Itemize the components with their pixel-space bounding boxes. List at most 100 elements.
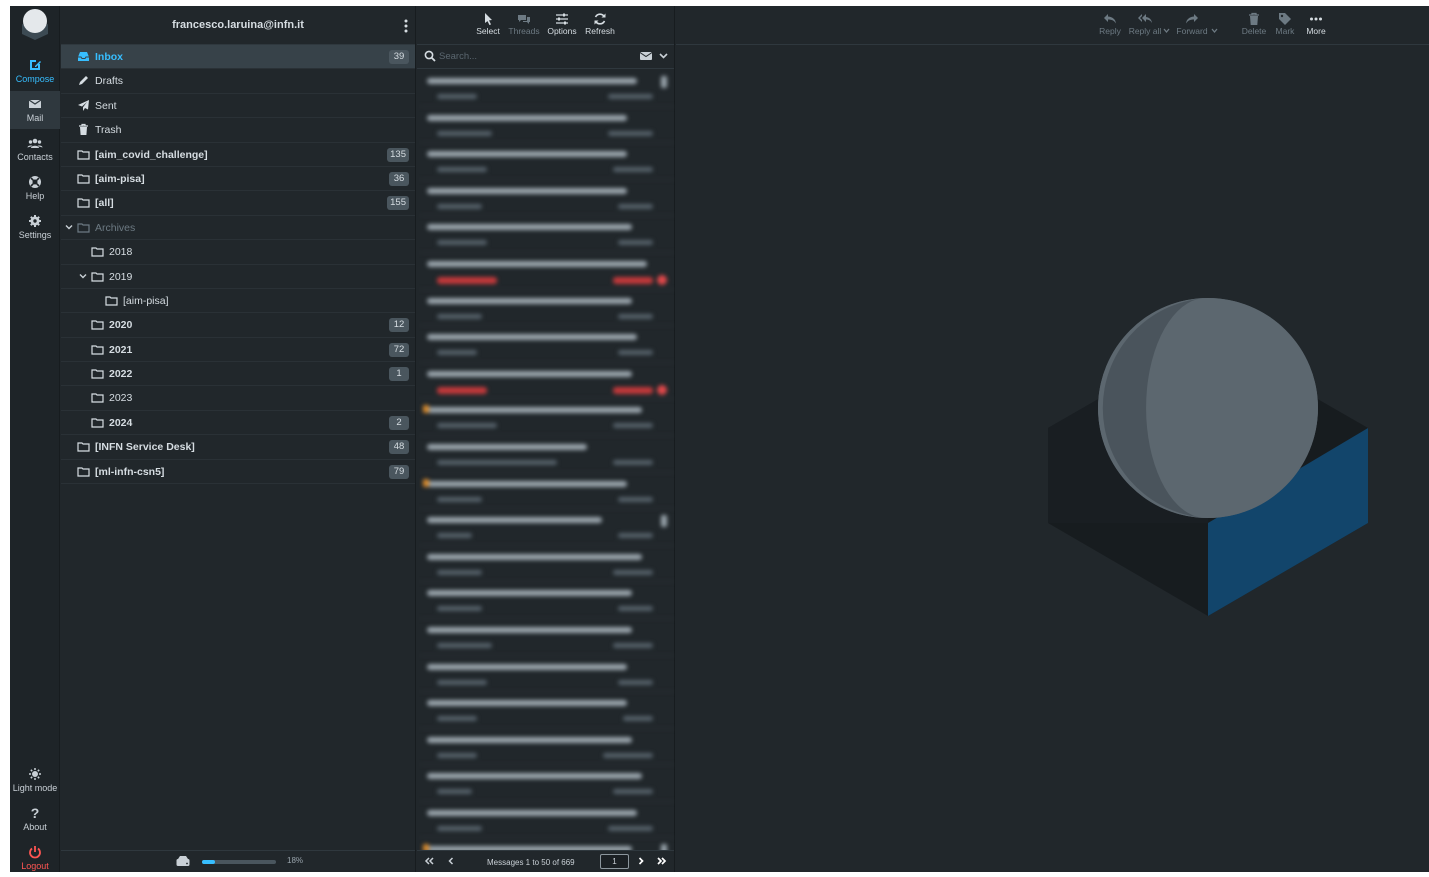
- about-button[interactable]: ? About: [10, 800, 60, 838]
- unread-count-badge: 48: [389, 440, 409, 455]
- logout-button[interactable]: Logout: [10, 839, 60, 877]
- folder-item[interactable]: 2022 1: [61, 362, 415, 387]
- page-number-input[interactable]: 1: [600, 854, 629, 869]
- list-item[interactable]: [419, 399, 675, 436]
- more-button[interactable]: More: [1304, 12, 1328, 36]
- roundcube-watermark-logo: [1048, 298, 1368, 616]
- folder-item[interactable]: 2023: [61, 386, 415, 411]
- reply-label: Reply: [1099, 26, 1121, 36]
- delete-button[interactable]: Delete: [1240, 12, 1268, 36]
- quota-bar: [202, 860, 276, 864]
- question-icon: ?: [30, 805, 40, 821]
- previous-page-icon[interactable]: [445, 855, 457, 867]
- folder-item[interactable]: [aim-pisa] 36: [61, 167, 415, 192]
- folder-item[interactable]: 2024 2: [61, 411, 415, 436]
- chevron-down-icon[interactable]: [659, 52, 668, 60]
- folder-name: Sent: [95, 99, 117, 112]
- folder-item[interactable]: Trash: [61, 118, 415, 143]
- pencil-icon: [79, 76, 88, 86]
- list-item[interactable]: [419, 802, 675, 839]
- contacts-button[interactable]: Contacts: [10, 130, 60, 168]
- settings-button[interactable]: Settings: [10, 208, 60, 246]
- reply-all-button[interactable]: Reply all: [1127, 12, 1163, 36]
- search-input[interactable]: [439, 48, 629, 65]
- folder-item[interactable]: [aim-pisa]: [61, 289, 415, 314]
- list-item[interactable]: [419, 582, 675, 619]
- envelope-icon[interactable]: [640, 51, 652, 61]
- list-item[interactable]: [419, 619, 675, 656]
- help-label: Help: [25, 191, 45, 201]
- list-item[interactable]: [419, 436, 675, 473]
- help-button[interactable]: Help: [10, 169, 60, 207]
- reply-all-icon: [1138, 14, 1152, 23]
- mail-label: Mail: [26, 113, 44, 123]
- message-count: Messages 1 to 50 of 669: [487, 858, 575, 867]
- paper-plane-icon: [78, 99, 89, 111]
- list-item[interactable]: [419, 216, 675, 253]
- forward-button[interactable]: Forward: [1175, 12, 1209, 36]
- next-page-icon[interactable]: [635, 855, 647, 867]
- account-menu-icon[interactable]: [403, 18, 409, 34]
- reply-all-dropdown-icon[interactable]: [1163, 28, 1170, 33]
- envelope-icon: [28, 99, 42, 108]
- folder-name: [INFN Service Desk]: [95, 441, 195, 454]
- folder-item[interactable]: [ml-infn-csn5] 79: [61, 460, 415, 485]
- list-item[interactable]: [419, 326, 675, 363]
- refresh-button[interactable]: Refresh: [584, 12, 616, 36]
- list-item[interactable]: [419, 692, 675, 729]
- threads-button[interactable]: Threads: [507, 12, 541, 36]
- list-item[interactable]: [419, 838, 675, 850]
- folder-item[interactable]: [all] 155: [61, 191, 415, 216]
- contacts-label: Contacts: [17, 152, 53, 162]
- power-icon: [29, 846, 41, 859]
- more-icon: [1310, 17, 1322, 21]
- list-item[interactable]: [419, 729, 675, 766]
- mark-button[interactable]: Mark: [1273, 12, 1297, 36]
- sun-icon: [29, 768, 41, 780]
- list-item[interactable]: [419, 180, 675, 217]
- folder-item[interactable]: 2021 72: [61, 338, 415, 363]
- folder-item[interactable]: Drafts: [61, 69, 415, 94]
- reply-button[interactable]: Reply: [1098, 12, 1122, 36]
- folder-name: 2021: [109, 343, 133, 356]
- folder-item[interactable]: 2020 12: [61, 313, 415, 338]
- forward-dropdown-icon[interactable]: [1211, 28, 1218, 33]
- folder-item[interactable]: Sent: [61, 94, 415, 119]
- list-item[interactable]: [419, 473, 675, 510]
- list-item[interactable]: [419, 363, 675, 400]
- quota-footer: 18%: [61, 850, 415, 872]
- list-item[interactable]: [419, 509, 675, 546]
- folder-item[interactable]: [aim_covid_challenge] 135: [61, 143, 415, 167]
- compose-label: Compose: [15, 74, 55, 84]
- list-item[interactable]: [419, 765, 675, 802]
- list-item[interactable]: [419, 107, 675, 144]
- list-item[interactable]: [419, 290, 675, 327]
- forward-label: Forward: [1176, 26, 1208, 36]
- light-mode-button[interactable]: Light mode: [10, 761, 60, 799]
- share-icon: [1186, 14, 1198, 24]
- list-item[interactable]: [419, 143, 675, 180]
- hard-drive-icon: [176, 856, 190, 866]
- compose-button[interactable]: Compose: [10, 52, 60, 90]
- folder-name: 2023: [109, 392, 133, 405]
- folder-item[interactable]: Inbox 39: [61, 45, 415, 70]
- chevron-down-icon[interactable]: [65, 223, 73, 231]
- chevron-down-icon[interactable]: [79, 272, 87, 280]
- list-item[interactable]: [419, 656, 675, 693]
- list-item[interactable]: [419, 253, 675, 290]
- folder-item[interactable]: 2019: [61, 265, 415, 289]
- options-button[interactable]: Options: [547, 12, 577, 36]
- first-page-icon[interactable]: [423, 855, 435, 867]
- list-item[interactable]: [419, 546, 675, 583]
- mail-button[interactable]: Mail: [10, 91, 60, 129]
- folder-item[interactable]: Archives: [61, 216, 415, 241]
- folder-icon: [91, 271, 104, 282]
- folder-item[interactable]: [INFN Service Desk] 48: [61, 435, 415, 460]
- reply-icon: [1104, 14, 1116, 24]
- folder-pane-header: francesco.laruina@infn.it: [61, 6, 415, 45]
- folder-item[interactable]: 2018: [61, 240, 415, 265]
- select-button[interactable]: Select: [476, 12, 500, 36]
- list-item[interactable]: [419, 70, 675, 107]
- last-page-icon[interactable]: [656, 855, 668, 867]
- folder-name: 2022: [109, 368, 133, 381]
